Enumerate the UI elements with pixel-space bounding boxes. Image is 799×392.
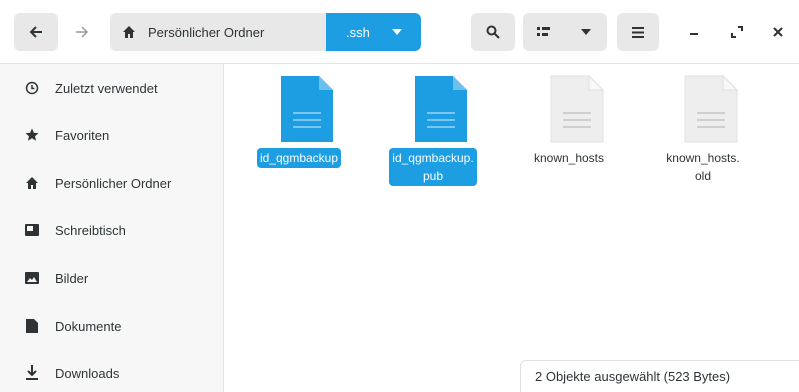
sidebar-item-desktop[interactable]: Schreibtisch [0,210,224,250]
main-menu-button[interactable] [617,13,659,51]
sidebar-item-documents[interactable]: Dokumente [0,306,224,346]
sidebar-item-pictures[interactable]: Bilder [0,258,224,298]
path-home-button[interactable]: Persönlicher Ordner [110,13,326,51]
hamburger-menu-icon [632,26,644,38]
sidebar-item-recent[interactable]: Zuletzt verwendet [0,68,224,108]
sidebar-item-label: Dokumente [55,318,122,334]
clock-icon [25,81,39,95]
back-button[interactable] [14,13,58,51]
document-file-icon [281,76,333,142]
sidebar-item-label: Zuletzt verwendet [55,80,158,96]
view-options-dropdown[interactable] [565,13,607,51]
home-icon [123,26,135,38]
file-name: id_qgmbackup [237,148,361,168]
list-view-icon [537,27,550,36]
minimize-button[interactable] [676,13,712,51]
sidebar-item-label: Downloads [55,365,120,381]
list-view-button[interactable] [523,13,565,51]
path-bar: Persönlicher Ordner .ssh [110,13,421,51]
minimize-icon [690,33,698,35]
sidebar-item-label: Favoriten [55,127,110,143]
close-button[interactable] [760,13,796,51]
download-icon [25,365,39,380]
file-name: known_hosts. old [666,151,740,183]
sidebar-item-home[interactable]: Persönlicher Ordner [0,163,224,203]
text-file-icon [550,74,605,143]
desktop-icon [25,223,39,237]
forward-button[interactable] [62,13,102,51]
maximize-button[interactable] [719,13,755,51]
file-name: id_qgmbackup. pub [371,148,495,186]
sidebar: Zuletzt verwendet Favoriten Persönlicher… [0,64,224,392]
home-icon [25,176,39,190]
sidebar-item-label: Persönlicher Ordner [55,175,172,191]
picture-icon [25,271,39,285]
sidebar-item-label: Schreibtisch [55,222,126,238]
arrow-right-icon [76,26,89,38]
selection-status: 2 Objekte ausgewählt (523 Bytes) [520,360,799,392]
close-icon [773,27,783,37]
view-options-group [523,13,607,51]
search-icon [486,25,500,39]
sidebar-item-favorites[interactable]: Favoriten [0,115,224,155]
chevron-down-icon [581,29,591,35]
chevron-down-icon [391,29,402,35]
search-button[interactable] [471,13,515,51]
document-icon [25,319,39,333]
status-text: 2 Objekte ausgewählt (523 Bytes) [535,369,731,384]
star-icon [25,128,39,142]
file-name: known_hosts [533,151,605,165]
file-view: id_qgmbackup id_qgmbackup. pub known_hos… [225,64,799,392]
sidebar-item-downloads[interactable]: Downloads [0,353,224,392]
path-current-button[interactable]: .ssh [326,13,421,51]
path-home-label: Persönlicher Ordner [148,24,265,40]
text-file-icon [684,74,739,143]
path-current-label: .ssh [346,24,370,40]
maximize-icon [731,26,743,38]
document-file-icon [415,76,467,142]
sidebar-item-label: Bilder [55,270,89,286]
arrow-left-icon [29,26,42,38]
header-bar: Persönlicher Ordner .ssh [0,0,799,64]
